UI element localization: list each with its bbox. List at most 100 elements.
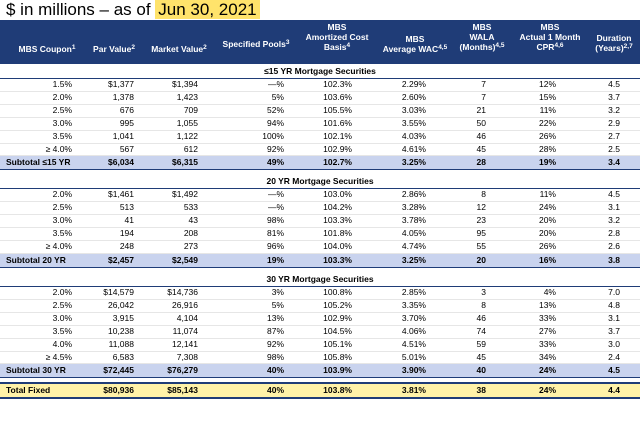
cell-pad [620,130,640,144]
total-row: Total Fixed $80,936 $85,143 40% 103.8% 3.81% 3… [0,382,640,400]
cell-coupon: 3.5% [0,130,72,144]
table-row: 2.0% 1,378 1,423 5% 103.6% 2.60% 7 15% 3.7 [0,91,640,105]
cell-average-wac: 3.55% [352,117,426,131]
header-market-value: Market Value2 [151,44,207,54]
cell-market-value: $6,315 [134,155,198,171]
cell-specified-pools: 94% [198,117,284,131]
cell-pad [620,252,640,268]
cell-pad [620,325,640,339]
cell-cpr: 27% [486,325,556,339]
cell-amortized-cost: 104.0% [284,240,352,254]
cell-average-wac: 4.61% [352,143,426,157]
cell-duration: 4.8 [556,299,620,313]
cell-duration: 4.4 [556,382,620,400]
cell-cpr: 12% [486,78,556,92]
table-row: 3.5% 194 208 81% 101.8% 4.05% 95 20% 2.8 [0,227,640,242]
cell-wala: 8 [426,188,486,203]
cell-par-value: 1,378 [72,91,134,105]
cell-cpr: 24% [486,363,556,379]
cell-average-wac: 3.25% [352,252,426,268]
cell-market-value: $85,143 [134,382,198,400]
cell-wala: 74 [426,325,486,339]
section-title: 20 YR Mortgage Securities [0,174,640,190]
page-title: $ in millions – as of Jun 30, 2021 [6,0,260,20]
cell-par-value: 26,042 [72,299,134,313]
cell-market-value: 612 [134,143,198,157]
section-title-row: ≤15 YR Mortgage Securities [0,64,640,79]
cell-average-wac: 3.28% [352,201,426,216]
cell-par-value: 6,583 [72,351,134,365]
cell-coupon: Subtotal 30 YR [0,363,72,379]
mbs-table: ≤15 YR Mortgage Securities 1.5% $1,377 $1,3… [0,64,640,400]
cell-coupon: 3.0% [0,214,72,229]
cell-average-wac: 3.25% [352,155,426,171]
cell-duration: 3.2 [556,104,620,118]
cell-amortized-cost: 102.7% [284,155,352,171]
cell-specified-pools: 96% [198,240,284,254]
table-row: 2.5% 26,042 26,916 5% 105.2% 3.35% 8 13% 4.8 [0,299,640,313]
cell-specified-pools: 98% [198,351,284,365]
cell-specified-pools: —% [198,201,284,216]
cell-cpr: 20% [486,227,556,242]
cell-coupon: 2.0% [0,188,72,203]
header-average-wac: MBS Average WAC4,5 [382,34,448,54]
cell-amortized-cost: 103.8% [284,382,352,400]
cell-coupon: 3.0% [0,312,72,326]
cell-market-value: 11,074 [134,325,198,339]
cell-wala: 46 [426,130,486,144]
table-row: 3.0% 41 43 98% 103.3% 3.78% 23 20% 3.2 [0,214,640,229]
cell-pad [620,338,640,352]
cell-duration: 4.5 [556,188,620,203]
cell-coupon: 1.5% [0,78,72,92]
cell-coupon: 3.0% [0,117,72,131]
cell-cpr: 11% [486,188,556,203]
cell-duration: 2.7 [556,130,620,144]
cell-cpr: 20% [486,214,556,229]
cell-specified-pools: 81% [198,227,284,242]
cell-specified-pools: 19% [198,252,284,268]
cell-wala: 45 [426,351,486,365]
cell-pad [620,214,640,229]
cell-par-value: 11,088 [72,338,134,352]
cell-par-value: 567 [72,143,134,157]
table-row: ≥ 4.5% 6,583 7,308 98% 105.8% 5.01% 45 34% 2.4 [0,351,640,365]
cell-duration: 3.7 [556,91,620,105]
cell-wala: 40 [426,363,486,379]
cell-pad [620,78,640,92]
cell-amortized-cost: 103.9% [284,363,352,379]
cell-par-value: 248 [72,240,134,254]
cell-wala: 55 [426,240,486,254]
cell-amortized-cost: 105.2% [284,299,352,313]
cell-duration: 2.8 [556,227,620,242]
cell-par-value: 194 [72,227,134,242]
header-duration: Duration (Years)2,7 [595,33,633,53]
table-row: 2.0% $1,461 $1,492 —% 103.0% 2.86% 8 11% 4.5 [0,188,640,203]
cell-duration: 4.5 [556,363,620,379]
cell-wala: 23 [426,214,486,229]
cell-par-value: 10,238 [72,325,134,339]
table-row: 2.5% 676 709 52% 105.5% 3.03% 21 11% 3.2 [0,104,640,118]
cell-amortized-cost: 105.5% [284,104,352,118]
cell-market-value: 273 [134,240,198,254]
cell-wala: 59 [426,338,486,352]
cell-average-wac: 4.03% [352,130,426,144]
cell-par-value: $6,034 [72,155,134,171]
cell-market-value: 533 [134,201,198,216]
cell-wala: 38 [426,382,486,400]
cell-cpr: 13% [486,299,556,313]
cell-cpr: 4% [486,286,556,300]
cell-amortized-cost: 102.3% [284,78,352,92]
cell-wala: 28 [426,155,486,171]
cell-specified-pools: 40% [198,363,284,379]
cell-amortized-cost: 102.9% [284,312,352,326]
cell-amortized-cost: 101.6% [284,117,352,131]
cell-market-value: $14,736 [134,286,198,300]
cell-wala: 21 [426,104,486,118]
cell-market-value: $1,394 [134,78,198,92]
cell-market-value: 1,055 [134,117,198,131]
cell-average-wac: 3.03% [352,104,426,118]
cell-coupon: 2.5% [0,104,72,118]
cell-average-wac: 2.85% [352,286,426,300]
table-row: ≥ 4.0% 248 273 96% 104.0% 4.74% 55 26% 2.6 [0,240,640,254]
cell-duration: 3.7 [556,325,620,339]
